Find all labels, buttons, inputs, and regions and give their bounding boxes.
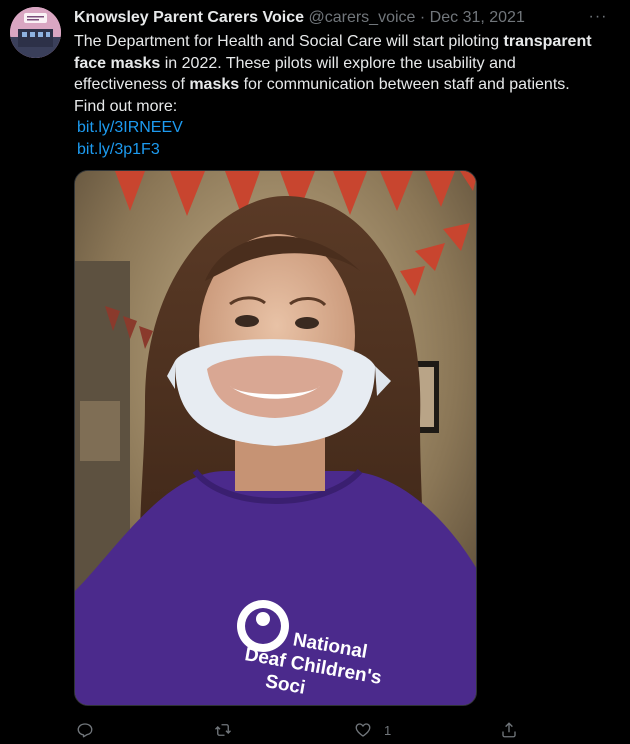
more-horizontal-icon: ··· xyxy=(588,8,608,25)
retweet-icon xyxy=(215,724,231,736)
heart-icon xyxy=(355,723,371,737)
avatar-image xyxy=(10,7,61,58)
tweet-header: Knowsley Parent Carers Voice @carers_voi… xyxy=(74,7,582,29)
avatar[interactable] xyxy=(10,7,61,58)
tweet-text-bold2: masks xyxy=(189,76,240,93)
more-options-button[interactable]: ··· xyxy=(586,5,610,29)
link-1[interactable]: bit.ly/3IRNEEV xyxy=(74,117,604,139)
share-button[interactable] xyxy=(500,718,530,742)
tweet-text-part3: for communication between staff and pati… xyxy=(239,76,570,93)
tweet-date[interactable]: Dec 31, 2021 xyxy=(430,9,525,26)
tweet-actions: 1 xyxy=(74,718,534,742)
like-button[interactable]: 1 xyxy=(354,718,391,742)
retweet-button[interactable] xyxy=(214,718,244,742)
display-name[interactable]: Knowsley Parent Carers Voice xyxy=(74,9,304,26)
photo-image: National Deaf Children's Soci xyxy=(75,171,476,705)
tweet[interactable]: Knowsley Parent Carers Voice @carers_voi… xyxy=(0,0,630,744)
link-2[interactable]: bit.ly/3p1F3 xyxy=(74,139,604,161)
user-handle[interactable]: @carers_voice xyxy=(308,9,415,26)
reply-icon xyxy=(77,723,93,738)
tweet-photo[interactable]: National Deaf Children's Soci xyxy=(74,170,477,706)
tweet-text: The Department for Health and Social Car… xyxy=(74,31,604,160)
reply-button[interactable] xyxy=(76,718,106,742)
separator-dot: · xyxy=(419,9,426,26)
like-count: 1 xyxy=(384,722,392,738)
tweet-text-part4: Find out more: xyxy=(74,97,178,115)
share-icon xyxy=(502,722,516,738)
tweet-text-part1: The Department for Health and Social Car… xyxy=(74,33,504,50)
